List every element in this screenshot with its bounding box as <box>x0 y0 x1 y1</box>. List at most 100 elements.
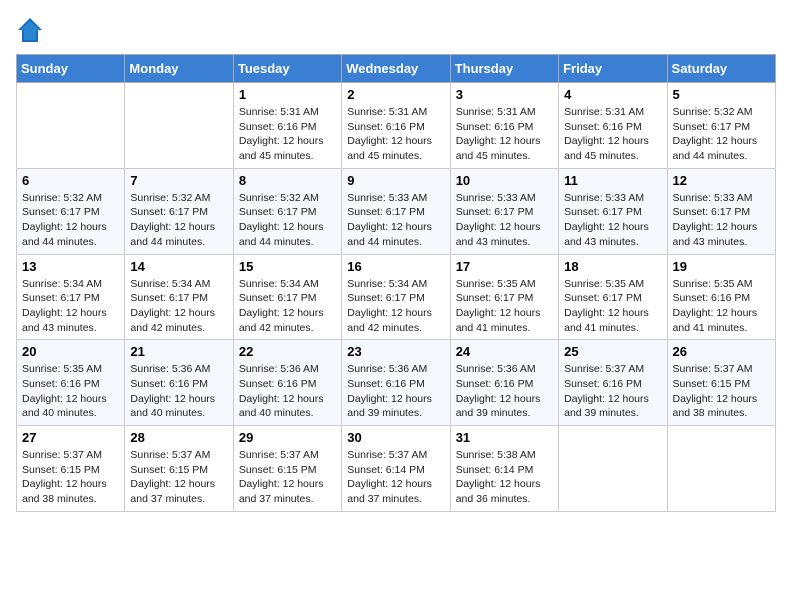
calendar-cell: 10Sunrise: 5:33 AM Sunset: 6:17 PM Dayli… <box>450 168 558 254</box>
day-number: 10 <box>456 173 553 188</box>
calendar-cell: 7 Sunrise: 5:32 AM Sunset: 6:17 PM Daylig… <box>125 168 233 254</box>
cell-info: Sunrise: 5:37 AM Sunset: 6:15 PM Dayligh… <box>239 448 336 507</box>
day-number: 18 <box>564 259 661 274</box>
calendar-table: SundayMondayTuesdayWednesdayThursdayFrid… <box>16 54 776 512</box>
day-number: 9 <box>347 173 444 188</box>
calendar-cell: 22 Sunrise: 5:36 AM Sunset: 6:16 PM Dayli… <box>233 340 341 426</box>
cell-info: Sunrise: 5:36 AM Sunset: 6:16 PM Dayligh… <box>130 362 227 421</box>
day-number: 16 <box>347 259 444 274</box>
day-of-week-header: Saturday <box>667 55 775 83</box>
day-number: 26 <box>673 344 770 359</box>
calendar-cell <box>125 83 233 169</box>
calendar-cell <box>667 426 775 512</box>
page-header <box>16 16 776 44</box>
day-number: 23 <box>347 344 444 359</box>
day-number: 31 <box>456 430 553 445</box>
calendar-cell <box>559 426 667 512</box>
calendar-week-row: 6Sunrise: 5:32 AM Sunset: 6:17 PM Daylig… <box>17 168 776 254</box>
day-number: 25 <box>564 344 661 359</box>
day-number: 17 <box>456 259 553 274</box>
calendar-cell: 15Sunrise: 5:34 AM Sunset: 6:17 PM Dayli… <box>233 254 341 340</box>
day-number: 2 <box>347 87 444 102</box>
day-of-week-header: Friday <box>559 55 667 83</box>
calendar-cell: 12Sunrise: 5:33 AM Sunset: 6:17 PM Dayli… <box>667 168 775 254</box>
cell-info: Sunrise: 5:35 AM Sunset: 6:17 PM Dayligh… <box>564 277 661 336</box>
calendar-cell: 25 Sunrise: 5:37 AM Sunset: 6:16 PM Dayli… <box>559 340 667 426</box>
day-number: 5 <box>673 87 770 102</box>
cell-info: Sunrise: 5:35 AM Sunset: 6:17 PM Dayligh… <box>456 277 553 336</box>
cell-info: Sunrise: 5:36 AM Sunset: 6:16 PM Dayligh… <box>456 362 553 421</box>
calendar-cell: 17 Sunrise: 5:35 AM Sunset: 6:17 PM Dayli… <box>450 254 558 340</box>
cell-info: Sunrise: 5:35 AM Sunset: 6:16 PM Dayligh… <box>22 362 119 421</box>
day-number: 12 <box>673 173 770 188</box>
day-number: 4 <box>564 87 661 102</box>
day-number: 14 <box>130 259 227 274</box>
cell-info: Sunrise: 5:38 AM Sunset: 6:14 PM Dayligh… <box>456 448 553 507</box>
cell-info: Sunrise: 5:37 AM Sunset: 6:15 PM Dayligh… <box>22 448 119 507</box>
day-number: 28 <box>130 430 227 445</box>
calendar-cell: 16 Sunrise: 5:34 AM Sunset: 6:17 PM Dayli… <box>342 254 450 340</box>
cell-info: Sunrise: 5:37 AM Sunset: 6:15 PM Dayligh… <box>130 448 227 507</box>
cell-info: Sunrise: 5:34 AM Sunset: 6:17 PM Dayligh… <box>130 277 227 336</box>
day-number: 13 <box>22 259 119 274</box>
cell-info: Sunrise: 5:31 AM Sunset: 6:16 PM Dayligh… <box>564 105 661 164</box>
cell-info: Sunrise: 5:31 AM Sunset: 6:16 PM Dayligh… <box>456 105 553 164</box>
cell-info: Sunrise: 5:37 AM Sunset: 6:16 PM Dayligh… <box>564 362 661 421</box>
calendar-cell: 9 Sunrise: 5:33 AM Sunset: 6:17 PM Daylig… <box>342 168 450 254</box>
calendar-cell: 31 Sunrise: 5:38 AM Sunset: 6:14 PM Dayli… <box>450 426 558 512</box>
cell-info: Sunrise: 5:32 AM Sunset: 6:17 PM Dayligh… <box>130 191 227 250</box>
calendar-cell: 5 Sunrise: 5:32 AM Sunset: 6:17 PM Daylig… <box>667 83 775 169</box>
cell-info: Sunrise: 5:33 AM Sunset: 6:17 PM Dayligh… <box>347 191 444 250</box>
cell-info: Sunrise: 5:31 AM Sunset: 6:16 PM Dayligh… <box>347 105 444 164</box>
calendar-cell: 21 Sunrise: 5:36 AM Sunset: 6:16 PM Dayli… <box>125 340 233 426</box>
cell-info: Sunrise: 5:32 AM Sunset: 6:17 PM Dayligh… <box>673 105 770 164</box>
calendar-cell <box>17 83 125 169</box>
calendar-cell: 13 Sunrise: 5:34 AM Sunset: 6:17 PM Dayli… <box>17 254 125 340</box>
calendar-cell: 2 Sunrise: 5:31 AM Sunset: 6:16 PM Daylig… <box>342 83 450 169</box>
calendar-cell: 26 Sunrise: 5:37 AM Sunset: 6:15 PM Dayli… <box>667 340 775 426</box>
cell-info: Sunrise: 5:34 AM Sunset: 6:17 PM Dayligh… <box>239 277 336 336</box>
calendar-week-row: 13 Sunrise: 5:34 AM Sunset: 6:17 PM Dayli… <box>17 254 776 340</box>
calendar-cell: 6Sunrise: 5:32 AM Sunset: 6:17 PM Daylig… <box>17 168 125 254</box>
day-number: 27 <box>22 430 119 445</box>
day-number: 21 <box>130 344 227 359</box>
day-number: 29 <box>239 430 336 445</box>
logo <box>16 16 48 44</box>
day-of-week-header: Tuesday <box>233 55 341 83</box>
day-number: 8 <box>239 173 336 188</box>
calendar-cell: 19 Sunrise: 5:35 AM Sunset: 6:16 PM Dayli… <box>667 254 775 340</box>
calendar-cell: 18 Sunrise: 5:35 AM Sunset: 6:17 PM Dayli… <box>559 254 667 340</box>
cell-info: Sunrise: 5:37 AM Sunset: 6:15 PM Dayligh… <box>673 362 770 421</box>
cell-info: Sunrise: 5:36 AM Sunset: 6:16 PM Dayligh… <box>239 362 336 421</box>
day-of-week-header: Sunday <box>17 55 125 83</box>
cell-info: Sunrise: 5:32 AM Sunset: 6:17 PM Dayligh… <box>22 191 119 250</box>
calendar-cell: 28 Sunrise: 5:37 AM Sunset: 6:15 PM Dayli… <box>125 426 233 512</box>
cell-info: Sunrise: 5:35 AM Sunset: 6:16 PM Dayligh… <box>673 277 770 336</box>
day-number: 24 <box>456 344 553 359</box>
cell-info: Sunrise: 5:36 AM Sunset: 6:16 PM Dayligh… <box>347 362 444 421</box>
calendar-cell: 24 Sunrise: 5:36 AM Sunset: 6:16 PM Dayli… <box>450 340 558 426</box>
calendar-cell: 30Sunrise: 5:37 AM Sunset: 6:14 PM Dayli… <box>342 426 450 512</box>
day-number: 30 <box>347 430 444 445</box>
calendar-cell: 11Sunrise: 5:33 AM Sunset: 6:17 PM Dayli… <box>559 168 667 254</box>
calendar-cell: 20 Sunrise: 5:35 AM Sunset: 6:16 PM Dayli… <box>17 340 125 426</box>
day-number: 3 <box>456 87 553 102</box>
calendar-cell: 14 Sunrise: 5:34 AM Sunset: 6:17 PM Dayli… <box>125 254 233 340</box>
calendar-cell: 4 Sunrise: 5:31 AM Sunset: 6:16 PM Daylig… <box>559 83 667 169</box>
calendar-week-row: 27 Sunrise: 5:37 AM Sunset: 6:15 PM Dayli… <box>17 426 776 512</box>
calendar-cell: 29 Sunrise: 5:37 AM Sunset: 6:15 PM Dayli… <box>233 426 341 512</box>
day-number: 20 <box>22 344 119 359</box>
calendar-cell: 8 Sunrise: 5:32 AM Sunset: 6:17 PM Daylig… <box>233 168 341 254</box>
day-number: 19 <box>673 259 770 274</box>
day-number: 7 <box>130 173 227 188</box>
calendar-cell: 23 Sunrise: 5:36 AM Sunset: 6:16 PM Dayli… <box>342 340 450 426</box>
cell-info: Sunrise: 5:34 AM Sunset: 6:17 PM Dayligh… <box>347 277 444 336</box>
cell-info: Sunrise: 5:32 AM Sunset: 6:17 PM Dayligh… <box>239 191 336 250</box>
cell-info: Sunrise: 5:34 AM Sunset: 6:17 PM Dayligh… <box>22 277 119 336</box>
day-number: 22 <box>239 344 336 359</box>
cell-info: Sunrise: 5:31 AM Sunset: 6:16 PM Dayligh… <box>239 105 336 164</box>
calendar-cell: 27 Sunrise: 5:37 AM Sunset: 6:15 PM Dayli… <box>17 426 125 512</box>
calendar-cell: 3 Sunrise: 5:31 AM Sunset: 6:16 PM Daylig… <box>450 83 558 169</box>
calendar-week-row: 1Sunrise: 5:31 AM Sunset: 6:16 PM Daylig… <box>17 83 776 169</box>
day-of-week-header: Monday <box>125 55 233 83</box>
